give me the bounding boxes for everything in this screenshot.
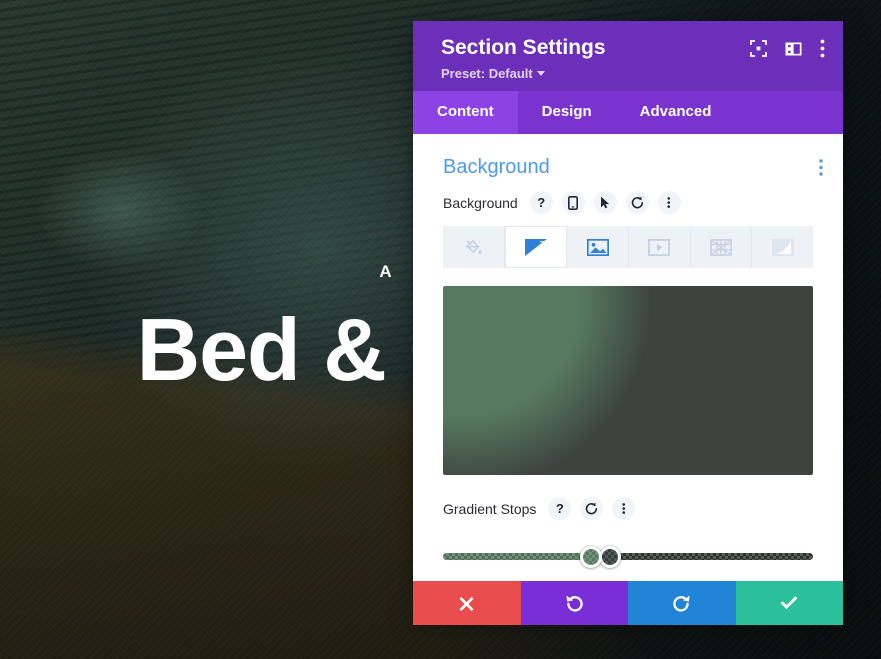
- cancel-button[interactable]: [413, 581, 521, 625]
- background-field-label: Background: [443, 194, 518, 211]
- responsive-mobile-icon[interactable]: [561, 191, 585, 215]
- reset-icon[interactable]: [625, 191, 649, 215]
- gradient-stop-start-handle[interactable]: [580, 546, 602, 569]
- background-color-icon[interactable]: [443, 226, 505, 269]
- background-video-icon[interactable]: [629, 226, 691, 269]
- gradient-stops-label: Gradient Stops: [443, 500, 537, 517]
- tab-design[interactable]: Design: [518, 91, 616, 134]
- section-title-background[interactable]: Background: [443, 156, 819, 179]
- modal-header: Section Settings Preset: Default: [413, 21, 843, 92]
- gradient-stops-slider[interactable]: [443, 542, 813, 570]
- background-image-icon[interactable]: [567, 226, 630, 269]
- tab-content[interactable]: Content: [413, 91, 518, 135]
- kebab-menu-icon[interactable]: [820, 39, 825, 58]
- save-button[interactable]: [735, 581, 843, 625]
- modal-header-actions: [750, 35, 825, 58]
- reset-icon[interactable]: [580, 497, 604, 521]
- undo-button[interactable]: [520, 581, 628, 625]
- gradient-stops-checker: [443, 553, 813, 561]
- modal-action-bar: [413, 581, 843, 625]
- modal-header-titles: Section Settings Preset: Default: [441, 35, 750, 81]
- modal-tab-bar: Content Design Advanced: [413, 91, 843, 135]
- section-settings-modal: Section Settings Preset: Default Content…: [413, 21, 843, 625]
- background-mask-icon[interactable]: [752, 226, 814, 269]
- layout-panel-icon[interactable]: [785, 41, 802, 57]
- options-kebab-icon[interactable]: [612, 497, 636, 521]
- gradient-stops-header: Gradient Stops ?: [413, 475, 843, 521]
- help-icon[interactable]: ?: [529, 191, 553, 215]
- modal-body[interactable]: Background Background ? Gradient Stops ?: [413, 134, 843, 581]
- background-section-header: Background: [413, 134, 843, 191]
- preset-selector[interactable]: Preset: Default: [441, 66, 750, 81]
- hover-cursor-icon[interactable]: [593, 191, 617, 215]
- background-field-row: Background ?: [413, 191, 843, 224]
- background-type-toggle-group: [443, 226, 814, 269]
- preset-label: Preset: Default: [441, 66, 533, 82]
- modal-title: Section Settings: [441, 36, 606, 59]
- chevron-down-icon: [536, 71, 545, 77]
- section-kebab-icon[interactable]: [819, 159, 823, 176]
- help-icon[interactable]: ?: [548, 497, 572, 521]
- focus-icon[interactable]: [750, 40, 767, 57]
- background-gradient-icon[interactable]: [504, 226, 568, 269]
- redo-button[interactable]: [628, 581, 736, 625]
- tab-advanced[interactable]: Advanced: [616, 91, 736, 134]
- background-pattern-icon[interactable]: [690, 226, 753, 269]
- editor-canvas: A HOME Bed & Comfort Section Settings Pr…: [0, 0, 881, 659]
- options-kebab-icon[interactable]: [657, 191, 681, 215]
- gradient-preview[interactable]: [443, 286, 813, 476]
